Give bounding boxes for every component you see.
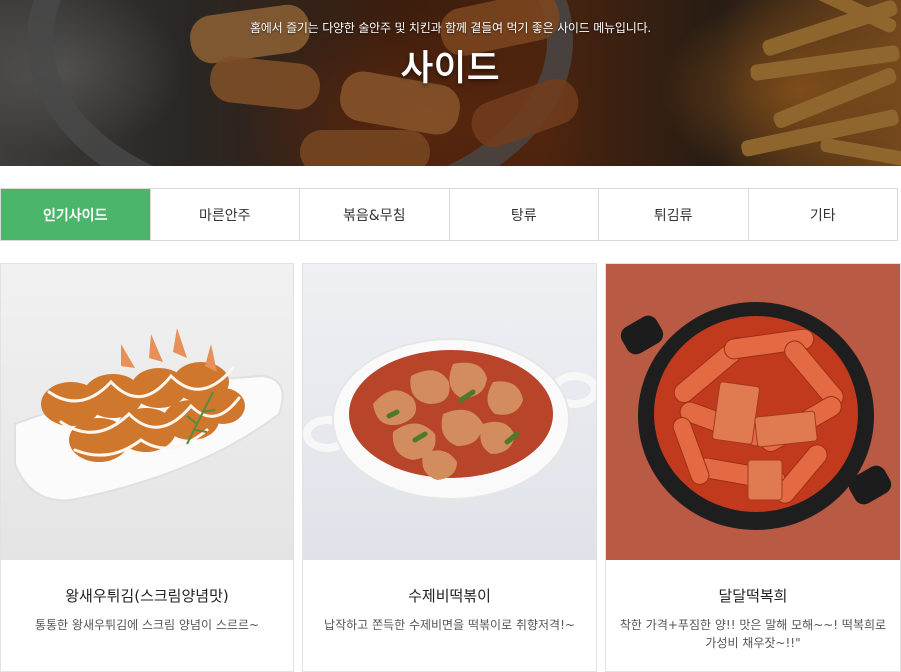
product-description: 통통한 왕새우튀김에 스크림 양념이 스르르~ — [34, 618, 260, 632]
fried-shrimp-photo[interactable] — [1, 264, 293, 560]
dal-dal-tteokbokki-photo[interactable] — [606, 264, 900, 560]
product-card[interactable]: 왕새우튀김(스크림양념맛) 통통한 왕새우튀김에 스크림 양념이 스르르~ — [0, 263, 294, 672]
page-title: 사이드 — [400, 49, 501, 89]
sujebi-tteokbokki-photo[interactable] — [303, 264, 596, 560]
product-card[interactable]: 달달떡복희 착한 가격+푸짐한 양!! 맛은 말해 모해~~! 떡복희로 가성비… — [605, 263, 901, 672]
product-name[interactable]: 수제비떡볶이 — [303, 585, 596, 606]
product-description: 납작하고 쫀득한 수제비면을 떡볶이로 취향저격!~ — [324, 618, 575, 632]
hero-banner: 홈에서 즐기는 다양한 술안주 및 치킨과 함께 곁들여 먹기 좋은 사이드 메… — [0, 0, 901, 166]
hero-subtitle: 홈에서 즐기는 다양한 술안주 및 치킨과 함께 곁들여 먹기 좋은 사이드 메… — [249, 21, 652, 35]
tab-popular-side[interactable]: 인기사이드 — [1, 189, 150, 240]
category-tabs: 인기사이드 마른안주 볶음&무침 탕류 튀김류 기타 — [0, 188, 898, 241]
product-description: 착한 가격+푸짐한 양!! 맛은 말해 모해~~! 떡복희로 가성비 채우잣~!… — [619, 618, 887, 650]
tab-dried-snacks[interactable]: 마른안주 — [149, 189, 300, 240]
tab-fried[interactable]: 튀김류 — [598, 189, 748, 240]
tab-stir-fried[interactable]: 볶음&무침 — [299, 189, 449, 240]
tab-stew[interactable]: 탕류 — [448, 189, 599, 240]
product-list: 왕새우튀김(스크림양념맛) 통통한 왕새우튀김에 스크림 양념이 스르르~ 수제… — [0, 263, 901, 672]
product-card[interactable]: 수제비떡볶이 납작하고 쫀득한 수제비면을 떡볶이로 취향저격!~ — [302, 263, 597, 672]
product-name[interactable]: 왕새우튀김(스크림양념맛) — [1, 585, 293, 606]
tab-etc[interactable]: 기타 — [747, 189, 898, 240]
product-name[interactable]: 달달떡복희 — [606, 585, 900, 606]
